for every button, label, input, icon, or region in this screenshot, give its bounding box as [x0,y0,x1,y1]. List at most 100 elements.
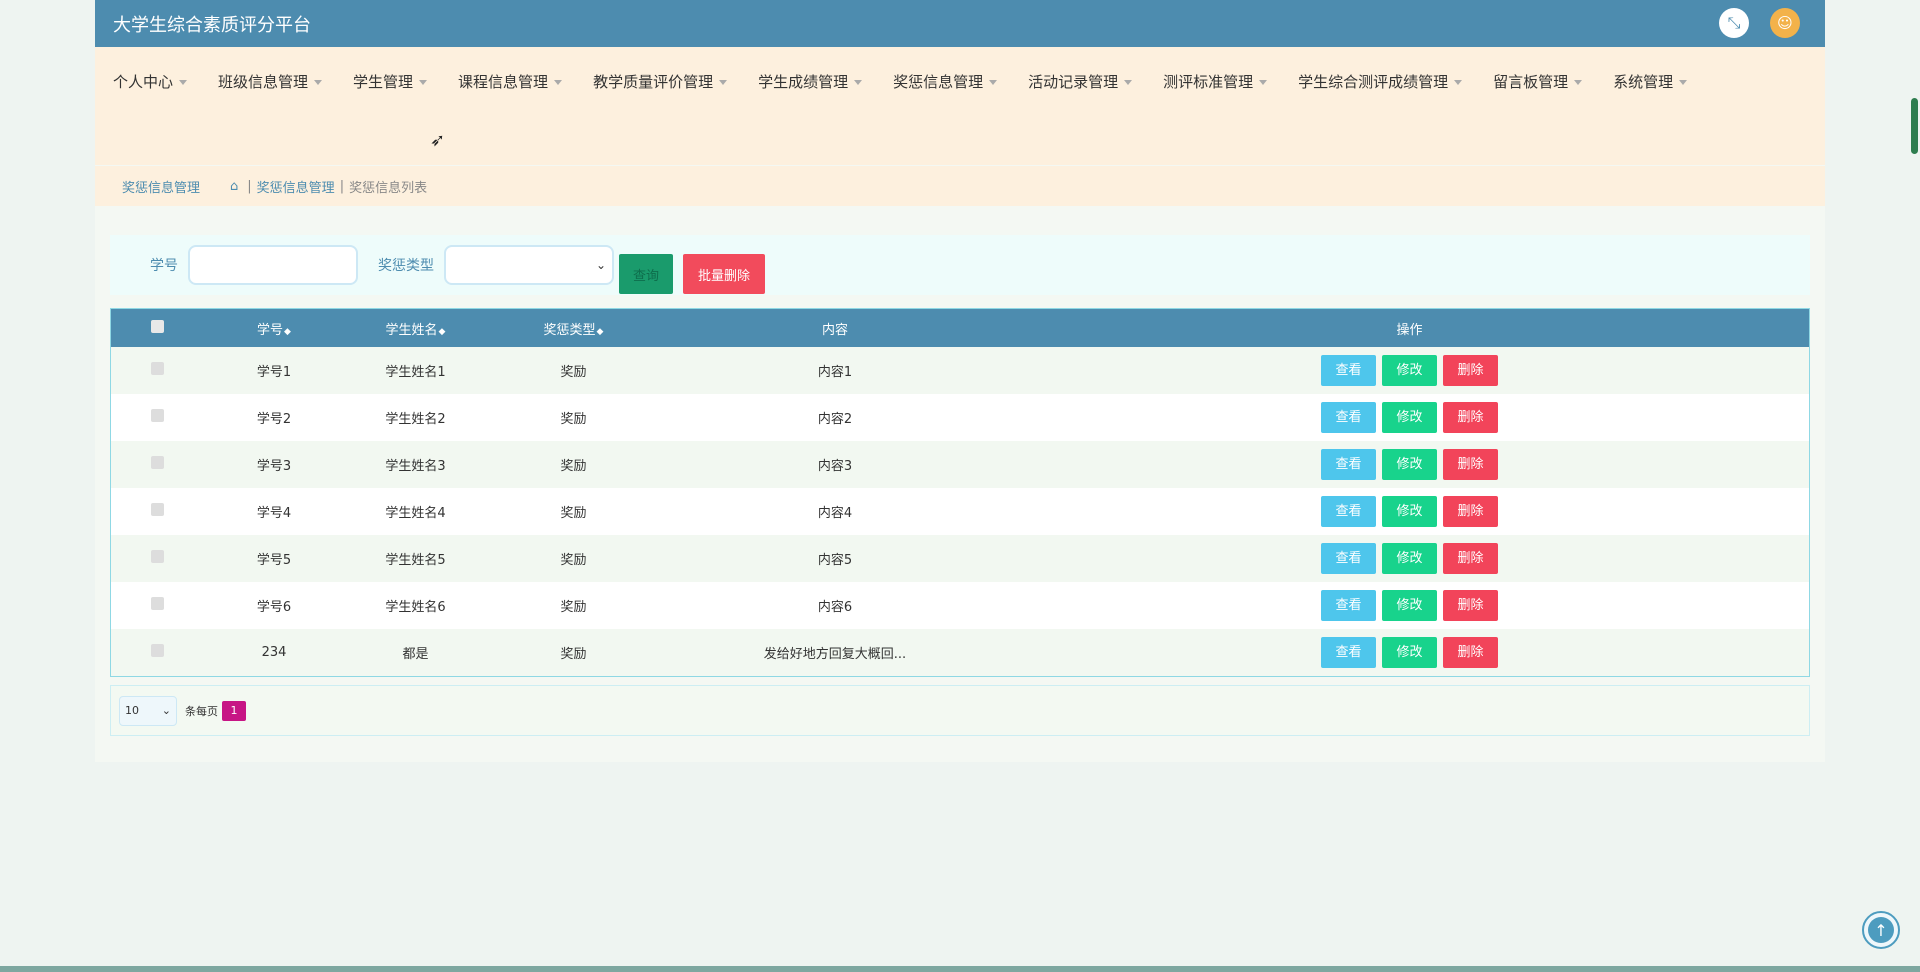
row-checkbox[interactable] [151,409,164,422]
data-table: 学号◆ 学生姓名◆ 奖惩类型◆ 内容 操作 学号1 学生姓名1 奖励 内容1 查… [110,308,1810,677]
nav-label: 测评标准管理 [1163,73,1254,91]
chevron-down-icon: ⌄ [595,258,606,272]
edit-button[interactable]: 修改 [1382,590,1437,621]
delete-button[interactable]: 删除 [1443,402,1498,433]
view-button[interactable]: 查看 [1321,355,1376,386]
delete-button[interactable]: 删除 [1443,496,1498,527]
cell-student-name: 都是 [402,647,429,662]
caret-down-icon [1259,80,1268,85]
view-button[interactable]: 查看 [1321,543,1376,574]
nav-item-courses[interactable]: 课程信息管理 [458,65,563,106]
delete-button[interactable]: 删除 [1443,637,1498,668]
nav-item-message-board[interactable]: 留言板管理 [1493,65,1583,106]
page-size-select[interactable]: 10 ⌄ [119,695,177,726]
col-actions: 操作 [1396,322,1423,338]
nav-item-rewards[interactable]: 奖惩信息管理 [893,65,998,106]
cell-type: 奖励 [560,553,587,568]
delete-button[interactable]: 删除 [1443,543,1498,574]
student-id-input[interactable] [188,245,358,285]
cell-content: 内容1 [817,365,853,380]
cell-content: 内容4 [817,506,853,521]
section-title: 奖惩信息管理 [122,180,201,196]
sort-icon: ◆ [438,326,446,337]
nav-label: 班级信息管理 [218,73,309,91]
edit-button[interactable]: 修改 [1382,496,1437,527]
cell-student-id: 学号1 [256,365,292,380]
row-checkbox[interactable] [151,644,164,657]
nav-label: 留言板管理 [1493,73,1569,91]
cell-student-id: 234 [261,645,287,660]
cell-student-id: 学号4 [256,506,292,521]
page-number-button[interactable]: 1 [222,700,246,721]
app-title: 大学生综合素质评分平台 [113,14,311,36]
view-button[interactable]: 查看 [1321,449,1376,480]
sort-icon: ◆ [596,326,604,337]
caret-down-icon [1454,80,1463,85]
col-student-name[interactable]: 学生姓名◆ [344,309,487,347]
row-checkbox[interactable] [151,362,164,375]
user-avatar-icon[interactable]: ☺ [1770,8,1800,38]
cell-content: 内容2 [817,412,853,427]
col-type[interactable]: 奖惩类型◆ [487,309,660,347]
type-select[interactable]: ⌄ [444,245,614,285]
type-label: 奖惩类型 [378,258,434,274]
cell-student-name: 学生姓名1 [385,365,446,380]
select-all-checkbox[interactable] [151,319,164,333]
row-checkbox[interactable] [151,550,164,563]
nav-item-comprehensive-scores[interactable]: 学生综合测评成绩管理 [1298,65,1463,106]
view-button[interactable]: 查看 [1321,637,1376,668]
view-button[interactable]: 查看 [1321,402,1376,433]
row-checkbox[interactable] [151,503,164,516]
batch-delete-button[interactable]: 批量删除 [683,254,765,294]
nav-item-activities[interactable]: 活动记录管理 [1028,65,1133,106]
nav-item-eval-standards[interactable]: 测评标准管理 [1163,65,1268,106]
col-content: 内容 [821,322,848,338]
cell-student-name: 学生姓名3 [385,459,446,474]
view-button[interactable]: 查看 [1321,496,1376,527]
edit-button[interactable]: 修改 [1382,543,1437,574]
nav-label: 学生管理 [353,73,414,91]
row-checkbox[interactable] [151,597,164,610]
nav-item-students[interactable]: 学生管理 [353,65,428,106]
edit-button[interactable]: 修改 [1382,355,1437,386]
query-button[interactable]: 查询 [619,254,673,294]
nav-item-class-info[interactable]: 班级信息管理 [218,65,323,106]
nav-item-system[interactable]: 系统管理 [1613,65,1688,106]
caret-down-icon [1124,80,1133,85]
col-student-id[interactable]: 学号◆ [204,309,344,347]
row-checkbox[interactable] [151,456,164,469]
table-row: 学号5 学生姓名5 奖励 内容5 查看 修改 删除 [111,535,1809,582]
cell-student-name: 学生姓名2 [385,412,446,427]
cell-student-id: 学号2 [256,412,292,427]
edit-button[interactable]: 修改 [1382,449,1437,480]
cell-content: 发给好地方回复大概回... [763,647,907,662]
caret-down-icon [179,80,188,85]
cell-student-id: 学号6 [256,600,292,615]
cell-student-name: 学生姓名4 [385,506,446,521]
nav-item-personal-center[interactable]: 个人中心 [113,65,188,106]
nav-item-teaching-eval[interactable]: 教学质量评价管理 [593,65,728,106]
search-bar: 学号 奖惩类型 ⌄ 查询 批量删除 [110,235,1810,295]
back-to-top-button[interactable]: ↑ [1862,911,1900,949]
table-row: 学号3 学生姓名3 奖励 内容3 查看 修改 删除 [111,441,1809,488]
chevron-down-icon: ⌄ [161,704,171,717]
nav-label: 活动记录管理 [1028,73,1119,91]
cell-student-id: 学号5 [256,553,292,568]
nav-item-grades[interactable]: 学生成绩管理 [758,65,863,106]
pagination: 10 ⌄ 条每页 1 [110,685,1810,736]
breadcrumb-link[interactable]: 奖惩信息管理 [257,177,335,196]
table-row: 学号4 学生姓名4 奖励 内容4 查看 修改 删除 [111,488,1809,535]
nav-label: 学生综合测评成绩管理 [1298,73,1449,91]
edit-button[interactable]: 修改 [1382,402,1437,433]
delete-button[interactable]: 删除 [1443,355,1498,386]
scrollbar-thumb[interactable] [1911,98,1918,154]
delete-button[interactable]: 删除 [1443,590,1498,621]
header-label: 学生姓名 [385,322,438,338]
edit-button[interactable]: 修改 [1382,637,1437,668]
view-button[interactable]: 查看 [1321,590,1376,621]
fullscreen-icon[interactable]: ⤡ [1719,8,1749,38]
per-page-label: 条每页 [185,704,218,718]
home-icon[interactable]: ⌂ [230,179,238,194]
delete-button[interactable]: 删除 [1443,449,1498,480]
cell-content: 内容6 [817,600,853,615]
